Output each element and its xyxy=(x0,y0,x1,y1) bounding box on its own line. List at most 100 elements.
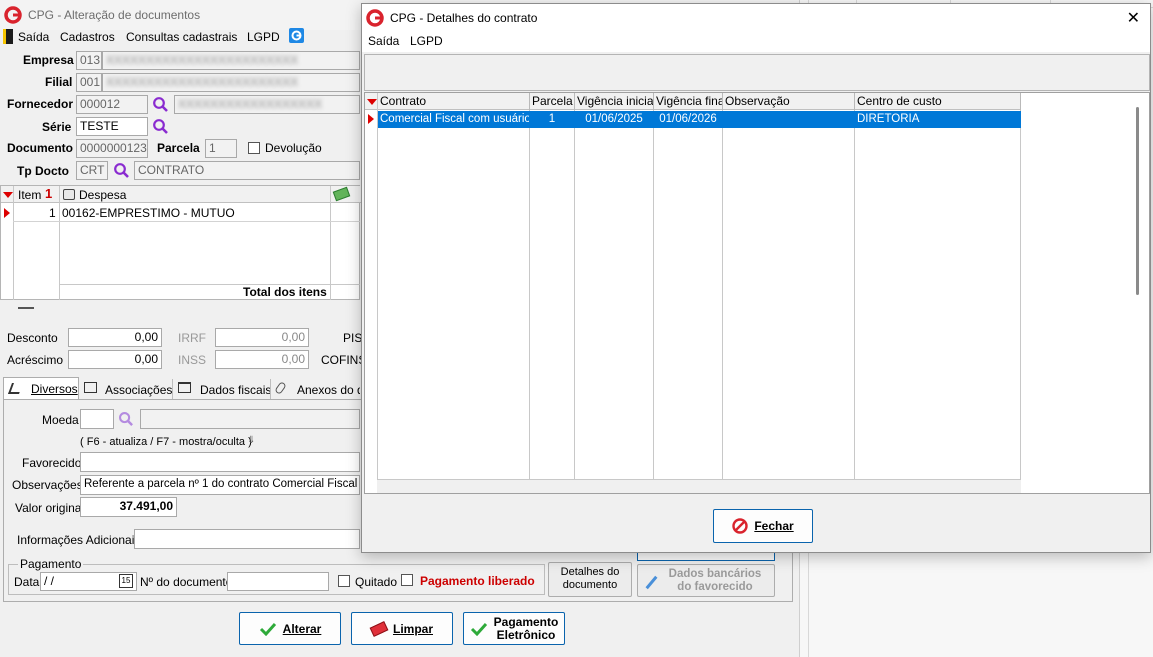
liberado-label: Pagamento liberado xyxy=(420,574,535,588)
tab-anexos[interactable]: Anexos do do xyxy=(270,379,360,399)
valor-original-input[interactable]: 37.491,00 xyxy=(80,497,177,517)
dialog-toolbar xyxy=(364,54,1150,91)
serie-input[interactable]: TESTE xyxy=(76,117,148,136)
moeda-search-icon[interactable] xyxy=(118,411,134,427)
limpar-button[interactable]: Limpar xyxy=(351,612,453,645)
quitado-checkbox[interactable] xyxy=(338,575,350,587)
moeda-desc-field xyxy=(140,409,360,429)
contract-grid[interactable]: Contrato Parcela Vigência inicial Vigênc… xyxy=(364,92,1150,494)
devolucao-checkbox[interactable] xyxy=(248,142,260,154)
info-adicionais-input[interactable] xyxy=(134,529,360,549)
fechar-button[interactable]: Fechar xyxy=(713,509,813,543)
close-icon[interactable]: ✕ xyxy=(1127,8,1140,28)
cell-contrato: Comercial Fiscal com usuário ... xyxy=(380,113,529,125)
col-vigencia-inicial-header[interactable]: Vigência inicial xyxy=(575,93,654,110)
fornecedor-input[interactable]: 000012 xyxy=(76,95,148,114)
ndoc-input[interactable] xyxy=(227,572,329,591)
help-icon[interactable] xyxy=(289,28,304,43)
window-icon xyxy=(84,382,97,393)
menu-saida[interactable]: Saída xyxy=(18,30,49,44)
observacoes-input[interactable]: Referente a parcela nº 1 do contrato Com… xyxy=(80,475,360,495)
col-observacao-header[interactable]: Observação xyxy=(723,93,855,110)
tpdocto-label: Tp Docto xyxy=(17,164,69,178)
menu-consultas-cadastrais[interactable]: Consultas cadastrais xyxy=(126,30,237,44)
despesa-icon xyxy=(63,189,75,200)
horizontal-scrollbar[interactable] xyxy=(377,479,1021,493)
eraser-icon xyxy=(369,620,389,637)
col-item-header[interactable]: Item xyxy=(18,188,41,202)
filial-input[interactable]: 001 xyxy=(76,73,102,92)
pencil-icon xyxy=(7,383,24,394)
item-row-number: 1 xyxy=(49,206,56,220)
vertical-scrollbar[interactable] xyxy=(1136,107,1139,295)
tpdocto-search-icon[interactable] xyxy=(113,162,130,179)
favorecido-label: Favorecido xyxy=(22,456,82,470)
inss-input[interactable]: 0,00 xyxy=(215,350,309,369)
serie-label: Série xyxy=(42,120,72,134)
col-despesa-header[interactable]: Despesa xyxy=(79,188,126,202)
documento-input[interactable]: 0000000123 xyxy=(76,139,148,158)
pagamento-eletronico-button[interactable]: Pagamento Eletrônico xyxy=(463,612,565,645)
dialog-title-bar: CPG - Detalhes do contrato xyxy=(362,4,1150,32)
col-contrato-header[interactable]: Contrato xyxy=(378,93,530,110)
tab-diversos[interactable]: Diversos xyxy=(3,377,79,399)
observacoes-label: Observações xyxy=(12,478,83,492)
tab-associacoes[interactable]: Associações xyxy=(80,379,172,399)
empresa-name-field: XXXXXXXXXXXXXXXXXXXXXXXX xyxy=(102,51,360,70)
desconto-label: Desconto xyxy=(7,331,58,345)
fornecedor-search-icon[interactable] xyxy=(152,96,169,113)
table-row[interactable]: Comercial Fiscal com usuário ... 1 01/06… xyxy=(365,111,1021,128)
cpg-logo-icon xyxy=(366,9,384,27)
pis-label: PIS xyxy=(343,331,363,345)
liberado-checkbox[interactable] xyxy=(401,574,413,586)
tpdocto-input[interactable]: CRT xyxy=(76,161,108,180)
items-grid[interactable]: Item 1 Despesa 1 00162-EMPRESTIMO - MUTU… xyxy=(0,185,361,301)
acrescimo-input[interactable]: 0,00 xyxy=(68,350,162,369)
main-menu-bar: Saída Cadastros Consultas cadastrais LGP… xyxy=(0,27,360,47)
parcela-input[interactable]: 1 xyxy=(205,139,237,158)
inss-label: INSS xyxy=(178,353,207,367)
dialog-menu-saida[interactable]: Saída xyxy=(368,34,399,48)
moeda-label: Moeda xyxy=(42,413,79,427)
check-icon xyxy=(259,622,276,636)
empresa-label: Empresa xyxy=(23,53,74,67)
row-indicator-icon xyxy=(4,208,10,218)
dialog-menu-lgpd[interactable]: LGPD xyxy=(410,34,443,48)
ndoc-label: Nº do documento xyxy=(140,575,233,589)
check-icon xyxy=(470,622,487,636)
filial-label: Filial xyxy=(45,75,73,89)
col-vigencia-final-header[interactable]: Vigência final xyxy=(654,93,723,110)
tab-dados-fiscais[interactable]: Dados fiscais xyxy=(172,379,271,399)
desconto-input[interactable]: 0,00 xyxy=(68,328,162,347)
items-scrollbar[interactable] xyxy=(0,300,360,316)
tpdocto-desc-field: CONTRATO xyxy=(134,161,360,180)
cell-vigencia-inicial: 01/06/2025 xyxy=(585,113,643,125)
col-centro-custo-header[interactable]: Centro de custo xyxy=(855,93,1021,110)
fornecedor-name-field: XXXXXXXXXXXXXXXXXX xyxy=(174,95,360,114)
menu-cadastros[interactable]: Cadastros xyxy=(60,30,115,44)
favorecido-input[interactable] xyxy=(80,452,360,472)
col-parcela-header[interactable]: Parcela xyxy=(530,93,575,110)
dados-bancarios-button[interactable]: Dados bancários do favorecido xyxy=(637,564,775,597)
data-label: Data xyxy=(14,575,40,589)
valor-original-label: Valor original xyxy=(15,501,85,515)
detalhes-documento-button[interactable]: Detalhes do documento xyxy=(548,562,632,597)
empresa-input[interactable]: 013 xyxy=(76,51,102,70)
documento-label: Documento xyxy=(7,141,73,155)
calendar-icon[interactable]: 15 xyxy=(119,574,133,588)
cell-observacao xyxy=(723,111,854,128)
book-icon xyxy=(178,382,191,393)
devolucao-label: Devolução xyxy=(265,141,322,155)
menu-lgpd[interactable]: LGPD xyxy=(247,30,280,44)
irrf-input[interactable]: 0,00 xyxy=(215,328,309,347)
exit-icon xyxy=(3,29,13,44)
moeda-input[interactable] xyxy=(80,409,114,429)
total-itens-label: Total dos itens xyxy=(243,285,327,299)
serie-search-icon[interactable] xyxy=(152,118,169,135)
paperclip-icon xyxy=(274,381,287,395)
sort-order-icon: 1 xyxy=(45,186,53,201)
cell-parcela: 1 xyxy=(548,113,556,125)
items-grid-header xyxy=(1,186,361,203)
alterar-button[interactable]: Alterar xyxy=(239,612,341,645)
row-indicator-icon xyxy=(368,114,374,124)
